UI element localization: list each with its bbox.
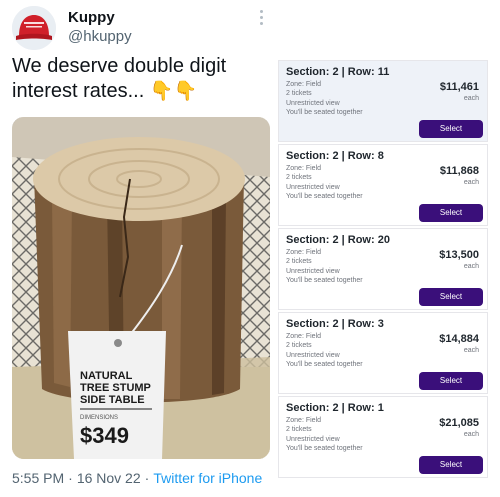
listing-section-row: Section: 2 | Row: 3 — [286, 318, 384, 330]
ticket-listing[interactable]: Section: 2 | Row: 11 Zone: Field 2 ticke… — [278, 60, 488, 142]
tag-small: DIMENSIONS — [80, 415, 118, 421]
ticket-listing[interactable]: Section: 2 | Row: 3 Zone: Field 2 ticket… — [278, 312, 488, 394]
tree-stump-image: NATURAL TREE STUMP SIDE TABLE DIMENSIONS… — [12, 117, 270, 459]
select-button[interactable]: Select — [419, 204, 483, 222]
tag-title-line3: SIDE TABLE — [80, 394, 145, 406]
listing-view: Unrestricted view — [286, 436, 340, 443]
tag-price: $349 — [80, 423, 129, 448]
listing-tickets: 2 tickets — [286, 342, 312, 349]
listing-tickets: 2 tickets — [286, 174, 312, 181]
listing-price-unit: each — [463, 431, 479, 438]
listing-view: Unrestricted view — [286, 184, 340, 191]
listing-tickets: 2 tickets — [286, 426, 312, 433]
ticket-listing[interactable]: Section: 2 | Row: 1 Zone: Field 2 ticket… — [278, 396, 488, 478]
listing-price-unit: each — [463, 95, 479, 102]
listing-zone: Zone: Field — [286, 81, 322, 88]
select-button[interactable]: Select — [419, 372, 483, 390]
tweet-timestamp[interactable]: 5:55 PM · 16 Nov 22 · Twitter for iPhone — [12, 470, 262, 486]
more-options-icon[interactable] — [258, 10, 266, 28]
listing-price: $21,085 — [439, 417, 479, 429]
tweet-photo[interactable]: NATURAL TREE STUMP SIDE TABLE DIMENSIONS… — [12, 117, 270, 459]
pointing-down-emoji-icon: 👇👇 — [149, 81, 198, 102]
listing-section-row: Section: 2 | Row: 11 — [286, 66, 390, 78]
select-button[interactable]: Select — [419, 120, 483, 138]
listing-view: Unrestricted view — [286, 352, 340, 359]
listing-section-row: Section: 2 | Row: 8 — [286, 150, 384, 162]
ticket-listings: Section: 2 | Row: 11 Zone: Field 2 ticke… — [278, 60, 488, 485]
ticket-listing[interactable]: Section: 2 | Row: 8 Zone: Field 2 ticket… — [278, 144, 488, 226]
listing-tickets: 2 tickets — [286, 90, 312, 97]
listing-zone: Zone: Field — [286, 417, 322, 424]
listing-seating: You'll be seated together — [286, 277, 363, 284]
listing-price: $14,884 — [439, 333, 479, 345]
listing-seating: You'll be seated together — [286, 193, 363, 200]
tag-title-line2: TREE STUMP — [80, 382, 151, 394]
listing-section-row: Section: 2 | Row: 1 — [286, 402, 384, 414]
tweet-date: 16 Nov 22 — [76, 470, 141, 486]
listing-seating: You'll be seated together — [286, 445, 363, 452]
ticket-listing[interactable]: Section: 2 | Row: 20 Zone: Field 2 ticke… — [278, 228, 488, 310]
listing-price-unit: each — [463, 179, 479, 186]
tweet-time: 5:55 PM — [12, 470, 65, 486]
select-button[interactable]: Select — [419, 456, 483, 474]
listing-zone: Zone: Field — [286, 333, 322, 340]
listing-zone: Zone: Field — [286, 249, 322, 256]
listing-view: Unrestricted view — [286, 268, 340, 275]
tweet-text: We deserve double digit interest rates..… — [12, 54, 258, 104]
listing-price: $11,461 — [439, 81, 479, 93]
tweet-source-link[interactable]: Twitter for iPhone — [153, 470, 262, 486]
listing-seating: You'll be seated together — [286, 109, 363, 116]
listing-price-unit: each — [463, 347, 479, 354]
tag-title-line1: NATURAL — [80, 370, 133, 382]
select-button[interactable]: Select — [419, 288, 483, 306]
listing-seating: You'll be seated together — [286, 361, 363, 368]
user-handle[interactable]: @hkuppy — [68, 28, 132, 45]
listing-view: Unrestricted view — [286, 100, 340, 107]
listing-zone: Zone: Field — [286, 165, 322, 172]
avatar[interactable] — [12, 6, 56, 50]
user-display-name[interactable]: Kuppy — [68, 9, 115, 26]
listing-section-row: Section: 2 | Row: 20 — [286, 234, 390, 246]
listing-price: $11,868 — [439, 165, 479, 177]
listing-price-unit: each — [463, 263, 479, 270]
listing-tickets: 2 tickets — [286, 258, 312, 265]
listing-price: $13,500 — [439, 249, 479, 261]
